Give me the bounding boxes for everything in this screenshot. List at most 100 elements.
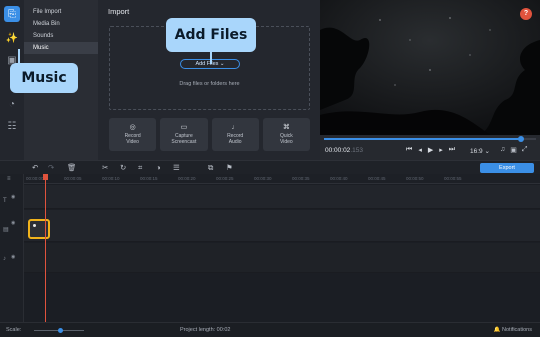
project-length: Project length: 00:02 <box>180 327 231 333</box>
magic-icon: ⌘ <box>282 123 290 131</box>
ruler-tick-label: 00:00:40 <box>330 176 348 181</box>
seek-handle[interactable] <box>518 136 525 142</box>
insert-transition-icon[interactable]: ⧉ <box>208 163 213 173</box>
monitor-icon: ▭ <box>180 123 188 131</box>
ruler-tick-label: 00:00:55 <box>444 176 462 181</box>
text-track-icon: T <box>3 198 7 204</box>
quick-video-label: Quick Video <box>279 132 293 145</box>
time-display: 00:00:02.153 <box>325 147 363 154</box>
audio-track-icon: ♪ <box>3 256 6 262</box>
video-track[interactable] <box>24 210 540 242</box>
music-tooltip: Music <box>10 49 78 93</box>
undo-icon[interactable]: ↶ <box>32 163 38 172</box>
play-icon[interactable]: ▶ <box>428 146 433 154</box>
record-audio-label: Record Audio <box>227 132 244 145</box>
status-bar: Scale: Project length: 00:02 🔔 Notificat… <box>0 322 540 337</box>
night-sky-image <box>320 0 540 135</box>
more-icon[interactable]: ☷ <box>4 118 20 134</box>
video-preview[interactable]: ? <box>320 0 540 135</box>
ruler-tick-label: 00:00:35 <box>292 176 310 181</box>
chevron-down-icon: ⌄ <box>484 148 490 155</box>
stickers-icon[interactable]: ◔ <box>4 96 20 112</box>
aspect-ratio-selector[interactable]: 16:9 ⌄ <box>470 147 490 155</box>
chevron-down-icon: ⌄ <box>219 61 225 67</box>
tooltip-stem <box>210 52 212 64</box>
snapshot-icon[interactable]: ▣ <box>510 146 517 154</box>
submenu-item-media-bin[interactable]: Media Bin <box>24 18 98 30</box>
visibility-icon[interactable]: ◉ <box>11 194 15 200</box>
add-files-tooltip: Add Files <box>166 18 256 64</box>
seek-bar[interactable] <box>324 136 536 142</box>
ruler-tick-label: 00:00:05 <box>64 176 82 181</box>
ruler-tick-label: 00:00:45 <box>368 176 386 181</box>
marker-icon[interactable]: ⚑ <box>226 163 233 172</box>
panel-title: Import <box>108 7 130 16</box>
drag-hint-text: Drag files or folders here <box>179 81 240 87</box>
export-button[interactable]: Export <box>480 163 534 173</box>
music-tooltip-text: Music <box>21 70 67 86</box>
properties-icon[interactable]: ☰ <box>173 163 180 172</box>
bell-icon: 🔔 <box>493 327 501 333</box>
ruler-tick-label: 00:00:10 <box>102 176 120 181</box>
preview-panel: ? 00:00:02.153 ⏮ ◂ ▶ ▸ ⏭ 16:9 ⌄ ♫ ▣ ⤢ <box>320 0 540 160</box>
playhead[interactable] <box>43 174 48 322</box>
help-button[interactable]: ? <box>520 8 532 20</box>
quick-actions: ◎ Record Video ▭ Capture Screencast ♩ Reco… <box>109 118 310 151</box>
track-header-gutter: ≡ T ◉ ▤ ◉ ♪ ◉ <box>0 174 24 322</box>
playback-buttons: ⏮ ◂ ▶ ▸ ⏭ <box>406 146 455 154</box>
notifications-button[interactable]: 🔔 Notifications <box>494 327 532 333</box>
record-video-label: Record Video <box>124 132 141 145</box>
scale-slider[interactable] <box>34 328 84 333</box>
time-ms: .153 <box>350 147 363 154</box>
capture-screencast-button[interactable]: ▭ Capture Screencast <box>160 118 208 151</box>
ruler-tick-label: 00:00:20 <box>178 176 196 181</box>
mute-icon[interactable]: ◉ <box>11 254 15 260</box>
record-audio-button[interactable]: ♩ Record Audio <box>211 118 259 151</box>
aspect-ratio-label: 16:9 <box>470 148 483 155</box>
submenu-item-file-import[interactable]: File Import <box>24 6 98 18</box>
timeline-ruler[interactable]: 00:00:00 00:00:05 00:00:10 00:00:15 00:00:20… <box>24 174 540 184</box>
visibility-icon[interactable]: ◉ <box>11 220 15 226</box>
ruler-tick-label: 00:00:30 <box>254 176 272 181</box>
redo-icon[interactable]: ↷ <box>48 163 54 172</box>
time-main: 00:00:02 <box>325 147 351 154</box>
microphone-icon: ♩ <box>231 123 239 131</box>
delete-icon[interactable]: 🗑 <box>67 163 77 172</box>
ruler-tick-label: 00:00:25 <box>216 176 234 181</box>
cut-icon[interactable]: ✂ <box>102 163 108 172</box>
import-icon[interactable]: ⎘ <box>4 6 20 22</box>
audio-track[interactable] <box>24 243 540 273</box>
text-track[interactable] <box>24 185 540 209</box>
notifications-label: Notifications <box>502 327 532 333</box>
video-clip[interactable] <box>28 219 50 239</box>
scale-label: Scale: <box>6 327 22 333</box>
playhead-handle[interactable] <box>43 174 48 180</box>
add-files-label: Add Files <box>195 61 219 67</box>
color-adjust-icon[interactable]: ◑ <box>156 163 161 172</box>
scale-slider-handle[interactable] <box>58 328 63 333</box>
video-track-icon: ▤ <box>3 227 9 233</box>
record-video-button[interactable]: ◎ Record Video <box>109 118 157 151</box>
ruler-tick-label: 00:00:00 <box>26 176 44 181</box>
ruler-tick-label: 00:00:15 <box>140 176 158 181</box>
quick-video-button[interactable]: ⌘ Quick Video <box>262 118 310 151</box>
submenu-item-music[interactable]: Music <box>24 42 98 54</box>
preview-extra-buttons: ♫ ▣ ⤢ <box>500 146 527 154</box>
add-files-tooltip-text: Add Files <box>174 27 248 43</box>
volume-icon[interactable]: ♫ <box>500 146 505 154</box>
step-forward-icon[interactable]: ▸ <box>439 146 443 154</box>
crop-icon[interactable]: ⌗ <box>138 163 142 173</box>
camera-icon: ◎ <box>129 123 136 131</box>
fullscreen-icon[interactable]: ⤢ <box>522 146 528 154</box>
effects-icon[interactable]: ✨ <box>4 30 20 46</box>
rotate-icon[interactable]: ↻ <box>120 163 126 172</box>
skip-back-icon[interactable]: ⏮ <box>406 146 412 154</box>
player-controls: 00:00:02.153 ⏮ ◂ ▶ ▸ ⏭ 16:9 ⌄ ♫ ▣ ⤢ <box>324 146 536 156</box>
ruler-tick-label: 00:00:50 <box>406 176 424 181</box>
step-back-icon[interactable]: ◂ <box>418 146 422 154</box>
add-track-icon[interactable]: ≡ <box>7 176 11 182</box>
skip-forward-icon[interactable]: ⏭ <box>449 146 455 154</box>
timeline-toolbar: ↶ ↷ 🗑 ✂ ↻ ⌗ ◑ ☰ ⧉ ⚑ Export <box>0 160 540 174</box>
submenu-item-sounds[interactable]: Sounds <box>24 30 98 42</box>
seek-progress <box>324 138 522 140</box>
